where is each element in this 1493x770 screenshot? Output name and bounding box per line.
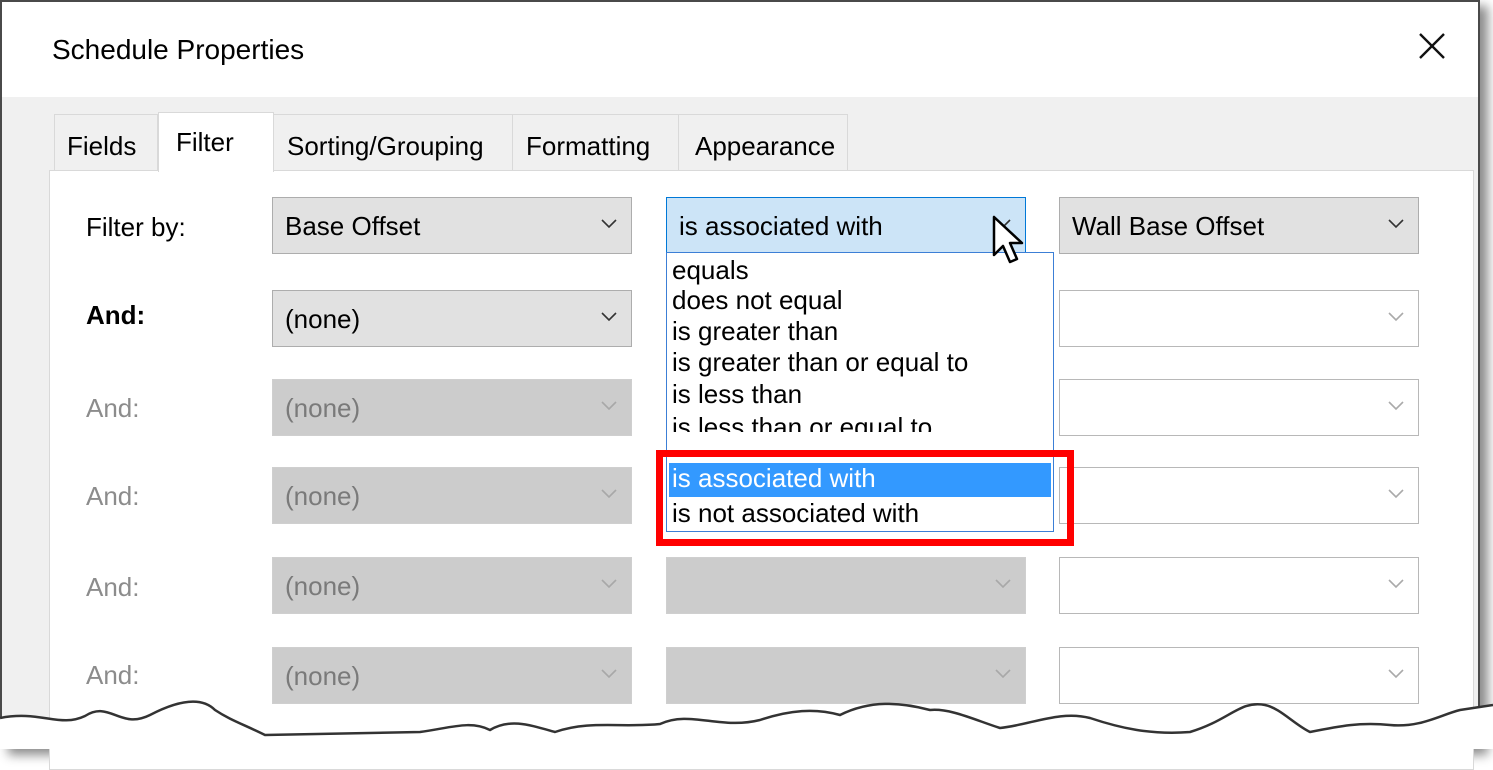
close-icon [1419,33,1445,59]
chevron-down-icon [601,579,617,589]
tab-formatting-label: Formatting [526,131,651,161]
filter-field-select-3[interactable]: (none) [272,379,632,436]
filter-field-select-4[interactable]: (none) [272,467,632,524]
filter-value-select-1[interactable]: Wall Base Offset [1059,197,1419,254]
tab-filter-label: Filter [176,127,234,157]
close-button[interactable] [1404,22,1460,78]
chevron-down-icon [995,579,1011,589]
filter-condition-select-1[interactable]: is associated with [666,197,1026,254]
filter-field-select-2[interactable]: (none) [272,290,632,347]
dropdown-option-is-less-than[interactable]: is less than [669,379,1051,413]
tab-formatting[interactable]: Formatting [512,114,679,170]
filter-value-value: Wall Base Offset [1072,211,1265,241]
tab-filter[interactable]: Filter [158,112,274,172]
tab-fields-label: Fields [67,131,137,161]
filter-condition-value: is associated with [679,211,883,241]
tab-appearance[interactable]: Appearance [678,114,848,170]
dropdown-option-is-greater-than-or-equal-to[interactable]: is greater than or equal to [669,347,1051,381]
mouse-cursor-icon [992,215,1024,264]
filter-field-value: (none) [285,481,361,511]
chevron-down-icon [1388,489,1404,499]
filter-value-select-3[interactable] [1059,379,1419,436]
filter-condition-select-5[interactable] [666,557,1026,614]
and-label-4: And: [86,481,140,511]
filter-field-select-5[interactable]: (none) [272,557,632,614]
filter-field-value: (none) [285,304,361,334]
chevron-down-icon [1388,401,1404,411]
chevron-down-icon [1388,312,1404,322]
dropdown-option-is-greater-than[interactable]: is greater than [669,316,1051,350]
chevron-down-icon [601,219,617,229]
filter-field-value: (none) [285,571,361,601]
and-label-2: And: [86,300,146,330]
chevron-down-icon [1388,219,1404,229]
and-label-3: And: [86,393,140,423]
tab-sorting-grouping[interactable]: Sorting/Grouping [273,114,513,170]
tab-fields[interactable]: Fields [54,114,158,170]
dialog-title: Schedule Properties [52,34,305,65]
filter-value-select-5[interactable] [1059,557,1419,614]
chevron-down-icon [601,401,617,411]
filter-by-label: Filter by: [86,212,186,242]
filter-value-select-4[interactable] [1059,467,1419,524]
title-bar: Schedule Properties [2,2,1478,97]
dropdown-option-is-less-than-or-equal-to[interactable]: is less than or equal to [669,412,1051,432]
filter-field-value: (none) [285,393,361,423]
torn-edge-graphic [0,700,1493,749]
chevron-down-icon [1388,579,1404,589]
chevron-down-icon [601,489,617,499]
highlight-box [656,450,1074,546]
dropdown-option-does-not-equal[interactable]: does not equal [669,285,1051,319]
filter-field-select-1[interactable]: Base Offset [272,197,632,254]
tab-sorting-grouping-label: Sorting/Grouping [287,131,484,161]
filter-value-select-2[interactable] [1059,290,1419,347]
and-label-5: And: [86,572,140,602]
filter-field-value: Base Offset [285,211,421,241]
tab-appearance-label: Appearance [695,131,836,161]
chevron-down-icon [601,312,617,322]
